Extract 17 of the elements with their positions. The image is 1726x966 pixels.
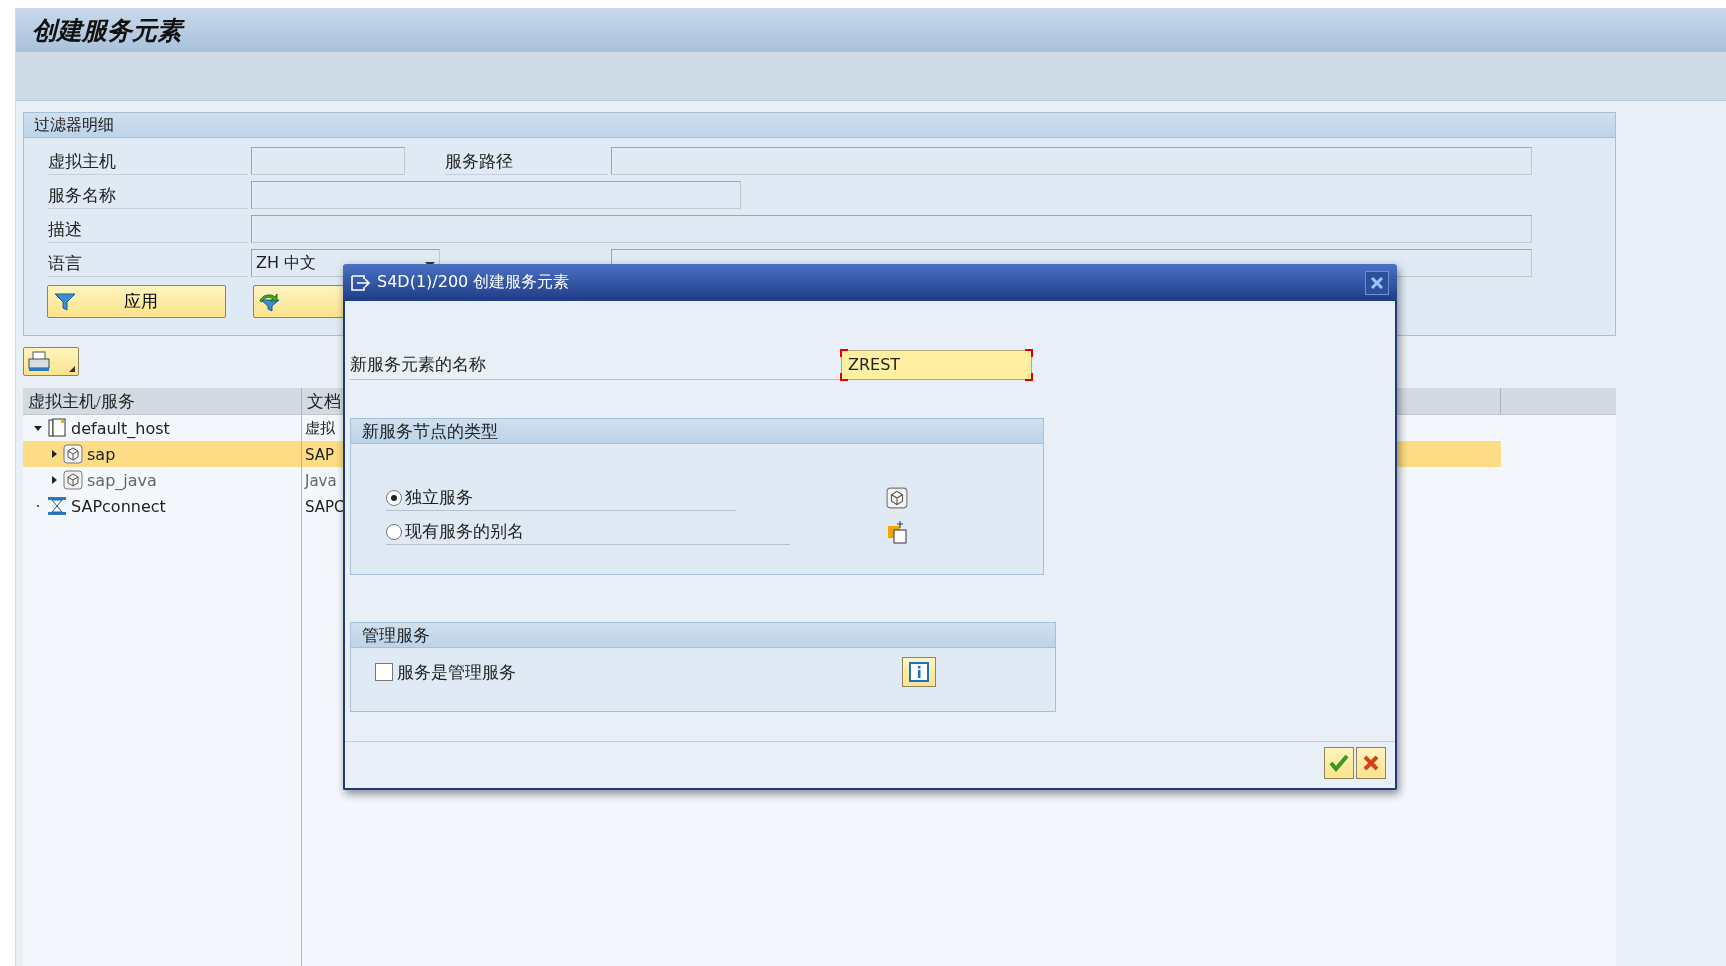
field-label: 描述: [48, 215, 248, 243]
field-label: 服务路径: [445, 147, 608, 175]
tree-item-label: default_host: [71, 418, 170, 438]
group-title: 过滤器明细: [34, 114, 114, 135]
tree-item-label: sap: [87, 444, 116, 464]
field-label: 虚拟主机: [48, 147, 248, 175]
table-cell: 虚拟: [305, 419, 335, 437]
field-label: 语言: [48, 249, 248, 277]
tree-item-label: SAPconnect: [71, 496, 166, 516]
group-title: 新服务节点的类型: [362, 422, 498, 441]
tree-item-label: sap_java: [87, 470, 157, 490]
group-title: 管理服务: [362, 626, 430, 645]
table-cell: Java: [305, 471, 337, 490]
field-label: 服务名称: [48, 181, 248, 209]
field-label: 新服务元素的名称: [350, 349, 841, 380]
table-cell: SAP: [305, 445, 335, 464]
table-cell: SAPC: [305, 497, 345, 516]
